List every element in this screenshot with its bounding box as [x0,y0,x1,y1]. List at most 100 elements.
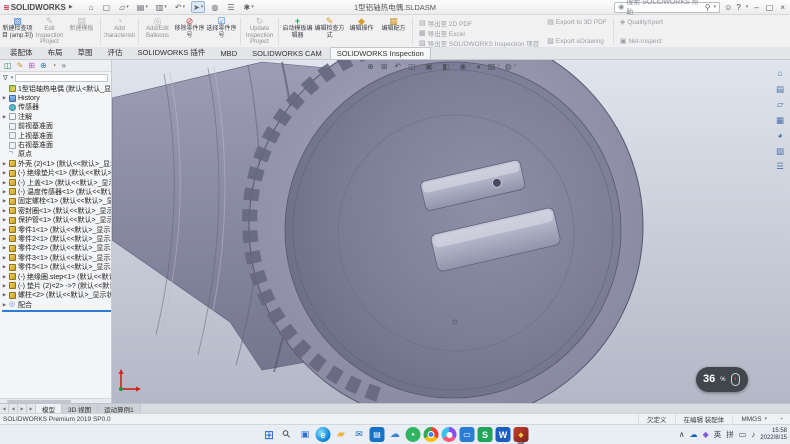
feature-tree-item[interactable]: ▶ 零件3<1> (默认<<默认>_显示状态 [2,253,111,262]
file-properties-button[interactable]: ☰ [225,1,237,13]
configurationmanager-tab[interactable]: ⊞ [28,61,35,71]
solidworks-resources-icon[interactable]: ⌂ [774,68,786,79]
minimize-button[interactable]: – [754,3,758,12]
taskbar-start-button[interactable]: ⊞ [262,427,277,442]
dropdown-caret-icon[interactable]: ▾ [201,4,204,10]
search-input[interactable]: ◉ 搜索 SOLIDWORKS 帮助 ⚲ ▾ [614,2,720,13]
taskbar-weather-button[interactable]: ☁ [388,427,403,442]
quick-tips-icon[interactable]: ◔ [775,416,787,423]
user-account-icon[interactable]: ☺ [724,3,732,12]
feature-tree-item[interactable]: 前视基准面 [2,122,111,131]
save-button[interactable]: ▤ ▾ [135,1,150,13]
undo-button[interactable]: ↶ ▾ [173,1,187,13]
ribbon-export-button[interactable]: ▧ Export eDrawing [547,37,607,45]
feature-tree-item[interactable]: 右视基准面 [2,140,111,149]
apply-scene-icon[interactable]: ▨ ▾ [488,61,500,72]
filter-caret-icon[interactable]: ▾ [11,75,14,81]
3d-model[interactable] [112,60,790,403]
command-tab[interactable]: SOLIDWORKS 插件 [131,45,213,59]
search-icon[interactable]: ⚲ [705,3,711,12]
appearances-scenes-icon[interactable]: ◕ [774,130,786,141]
featuremanager-design-tree-tab[interactable]: ◫ [4,61,12,71]
dropdown-caret-icon[interactable]: ▾ [418,61,421,72]
feature-tree-item[interactable]: 上视基准面 [2,131,111,140]
ribbon-export-button[interactable]: ▤ 导出至 2D PDF [419,18,539,28]
dropdown-caret-icon[interactable]: ▾ [183,4,186,10]
feature-tree-item[interactable]: ▶ 零件1<1> (默认<<默认>_显示状态 [2,225,111,234]
expand-arrow-icon[interactable]: ▶ [2,95,7,101]
feature-tree-item[interactable]: ▶ 固定螺栓<1> (默认<<默认>_显示状态 [2,197,111,206]
ribbon-button[interactable]: ◎ Add/Edit Balloons [142,16,173,47]
expand-arrow-icon[interactable]: ▶ [2,114,7,120]
ribbon-export-button[interactable]: ◈ QualityXpert [620,18,663,26]
expand-arrow-icon[interactable]: ▶ [2,274,7,280]
expand-arrow-icon[interactable]: ▶ [2,227,7,233]
taskbar-solidworks-button[interactable]: ◆ [514,427,529,442]
tab-nav-arrow-icon[interactable]: ◀ [0,404,9,413]
expand-arrow-icon[interactable]: ▶ [2,217,7,223]
ribbon-export-button[interactable]: ▨ 导出至 SOLIDWORKS Inspection 项目 [419,38,539,47]
ribbon-button[interactable]: ◔ Add Characteristic [104,16,135,47]
expand-arrow-icon[interactable]: ▶ [2,198,7,204]
ribbon-export-button[interactable]: ▣ Net-Inspect [620,37,663,45]
hidden-icons-chevron-icon[interactable]: ∧ [679,430,685,439]
dropdown-caret-icon[interactable]: ▾ [164,4,167,10]
select-button[interactable]: ➤ ▾ [191,1,205,13]
feature-tree-item[interactable]: 传感器 [2,103,111,112]
design-library-icon[interactable]: ▤ [774,84,786,95]
dropdown-caret-icon[interactable]: ▾ [514,61,517,72]
phone-link-icon[interactable]: ▭ [739,430,747,439]
taskbar-search-button[interactable]: ⚲ [276,424,297,444]
feature-tree-item[interactable]: ▶ History [2,93,111,102]
view-tab[interactable]: 运动算例1 [98,404,141,413]
ribbon-button[interactable]: ⊘ 移除零件序号 [174,16,205,47]
zoom-to-fit-icon[interactable]: ⊕ [367,61,376,72]
dropdown-caret-icon[interactable]: ▾ [435,61,438,72]
close-button[interactable]: × [780,3,785,12]
expand-arrow-icon[interactable]: ▶ [2,283,7,289]
expand-arrow-icon[interactable]: ▶ [2,189,7,195]
ribbon-export-button[interactable]: ▦ 导出至 Excel [419,28,539,38]
ribbon-button[interactable]: ✎ Edit Inspection Project [34,16,65,47]
dropdown-caret-icon[interactable]: ▾ [145,4,148,10]
ribbon-button[interactable]: ▦ 编辑配方 [378,16,409,47]
expand-arrow-icon[interactable]: ▶ [2,264,7,270]
ribbon-button[interactable]: ↻ Update Inspection Project [244,16,275,47]
previous-view-icon[interactable]: ↶ [394,61,403,72]
forum-icon[interactable]: ☰ [774,161,786,172]
feature-tree-root[interactable]: 1型铝轴热电偶 (默认<默认_显示状态-1 [2,84,111,93]
graphics-viewport[interactable]: ⊕ ⊞ ↶ ◫ ▾ [112,60,790,403]
feature-tree-item[interactable]: ▶ 保护管<1> (默认<<默认>_显示状态 [2,215,111,224]
taskbar-green-app-button[interactable]: ● [406,427,421,442]
tab-nav-arrow-icon[interactable]: ▶ [18,404,27,413]
dropdown-caret-icon[interactable]: ▾ [497,61,500,72]
command-tab[interactable]: 草图 [71,45,100,59]
scrollbar-thumb[interactable] [7,400,71,403]
feature-tree-item[interactable]: ▶ 零件2<1> (默认<<默认>_显示状态 [2,234,111,243]
ribbon-button[interactable]: ▤ 新建模板 [66,16,97,47]
taskbar-display-app-button[interactable]: ▭ [460,427,475,442]
taskbar-chrome-button[interactable] [424,427,439,442]
filter-funnel-icon[interactable]: ∇ [3,74,8,82]
taskbar-file-explorer-button[interactable]: ▰ [334,427,349,442]
expand-arrow-icon[interactable]: ▶ [2,208,7,214]
command-tab[interactable]: MBD [213,47,244,59]
feature-tree-item[interactable]: ▶ (-) 温度传感器<1> (默认<<默认>_显示 [2,187,111,196]
ribbon-button[interactable]: ✎ 编辑检查方式 [314,16,345,47]
feature-tree-item[interactable]: ▶ 零件2<2> (默认<<默认>_显示状态 [2,244,111,253]
view-settings-icon[interactable]: ◍ ▾ [505,61,517,72]
view-tab[interactable]: 模型 [36,404,62,413]
volume-icon[interactable]: ♪ [751,430,755,439]
dropdown-caret-icon[interactable]: ▾ [468,61,471,72]
taskbar-task-view-button[interactable]: ▣ [298,427,313,442]
units-caret-icon[interactable]: ▾ [765,416,768,422]
dropdown-caret-icon[interactable]: ▾ [251,4,254,10]
taskbar-word-button[interactable]: W [496,427,511,442]
ime-language-indicator[interactable]: 英 [714,429,722,440]
command-tab[interactable]: 布局 [41,45,70,59]
display-style-icon[interactable]: ◧ ▾ [442,61,454,72]
rebuild-button[interactable]: ◍ [209,1,221,13]
tree-filter-input[interactable] [15,74,108,82]
tray-app-icon[interactable]: ◆ [703,430,709,439]
taskbar-mail-button[interactable]: ✉ [352,427,367,442]
